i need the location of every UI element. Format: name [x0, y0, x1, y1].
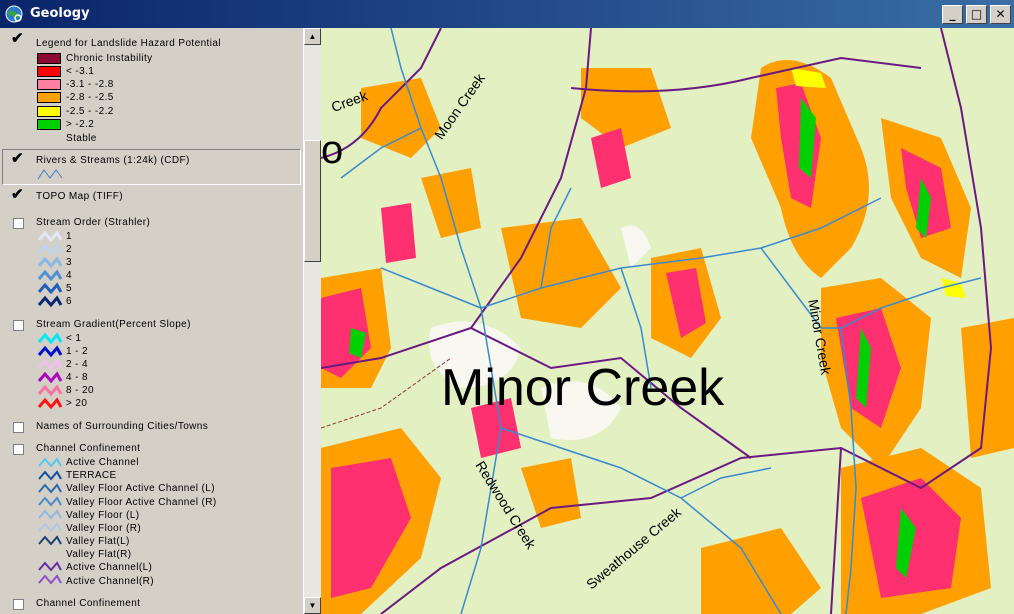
- scroll-thumb[interactable]: [304, 140, 321, 262]
- gradient-2: 1 - 2: [66, 346, 89, 357]
- topo-visibility-check[interactable]: ✔: [11, 187, 24, 202]
- minimize-button[interactable]: _: [942, 5, 963, 24]
- table-of-contents: ✔ Legend for Landslide Hazard Potential …: [0, 28, 304, 614]
- maximize-button[interactable]: □: [966, 5, 987, 24]
- confinement-9: Active Channel(L): [66, 562, 153, 573]
- confinement2-checkbox[interactable]: [13, 599, 24, 610]
- confinement-layer-name[interactable]: Channel Confinement: [36, 443, 140, 454]
- toc-scrollbar[interactable]: ▲ ▼: [303, 28, 321, 614]
- gradient-checkbox[interactable]: [13, 320, 24, 331]
- gradient-3: 2 - 4: [66, 359, 89, 370]
- close-button[interactable]: ✕: [990, 5, 1011, 24]
- confinement-1: Active Channel: [66, 457, 139, 468]
- scroll-up-button[interactable]: ▲: [304, 28, 321, 45]
- gradient-5: 8 - 20: [66, 385, 94, 396]
- gradient-4: 4 - 8: [66, 372, 89, 383]
- stream-order-checkbox[interactable]: [13, 218, 24, 229]
- legend-label-2: -3.1 - -2.8: [66, 79, 114, 90]
- globe-icon: [5, 5, 23, 23]
- legend-swatch-3: [37, 92, 61, 103]
- confinement-2: TERRACE: [66, 470, 117, 481]
- legend-label-4: -2.5 - -2.2: [66, 106, 114, 117]
- confinement-7: Valley Flat(L): [66, 536, 130, 547]
- confinement-5: Valley Floor (L): [66, 510, 140, 521]
- title-bar: Geology _ □ ✕: [0, 0, 1014, 28]
- map-view[interactable]: Minor Creek Moon Creek Minor Creek Redwo…: [321, 28, 1014, 614]
- stream-order-1: 1: [66, 231, 72, 242]
- gradient-layer-name[interactable]: Stream Gradient(Percent Slope): [36, 319, 191, 330]
- legend-visibility-check[interactable]: ✔: [11, 31, 24, 46]
- stream-order-layer-name[interactable]: Stream Order (Strahler): [36, 217, 150, 228]
- map-label-partial: o: [321, 128, 344, 172]
- legend-swatch-2: [37, 79, 61, 90]
- stream-order-symbols: [37, 230, 63, 308]
- confinement-symbols: [38, 457, 62, 585]
- legend-label-chronic: Chronic Instability: [66, 53, 153, 64]
- gradient-6: > 20: [66, 398, 88, 409]
- scroll-down-button[interactable]: ▼: [304, 597, 321, 614]
- stream-order-4: 4: [66, 270, 72, 281]
- topo-layer-name[interactable]: TOPO Map (TIFF): [36, 191, 123, 202]
- confinement-8: Valley Flat(R): [66, 549, 132, 560]
- legend-swatch-chronic: [37, 53, 61, 64]
- confinement-6: Valley Floor (R): [66, 523, 142, 534]
- gradient-1: < 1: [66, 333, 82, 344]
- confinement2-layer-name[interactable]: Channel Confinement: [36, 598, 140, 609]
- confinement-4: Valley Floor Active Channel (R): [66, 497, 217, 508]
- stream-order-2: 2: [66, 244, 72, 255]
- rivers-visibility-check[interactable]: ✔: [11, 151, 24, 166]
- gradient-symbols: [37, 332, 63, 410]
- legend-label-1: < -3.1: [66, 66, 95, 77]
- confinement-10: Active Channel(R): [66, 576, 154, 587]
- stream-order-3: 3: [66, 257, 72, 268]
- legend-swatch-5: [37, 119, 61, 130]
- legend-label-5: > -2.2: [66, 119, 95, 130]
- stream-order-6: 6: [66, 296, 72, 307]
- rivers-layer-name[interactable]: Rivers & Streams (1:24k) (CDF): [36, 155, 190, 166]
- confinement-checkbox[interactable]: [13, 444, 24, 455]
- legend-swatch-1: [37, 66, 61, 77]
- towns-layer-name[interactable]: Names of Surrounding Cities/Towns: [36, 421, 208, 432]
- legend-title: Legend for Landslide Hazard Potential: [36, 38, 221, 49]
- window-title: Geology: [30, 6, 90, 21]
- legend-swatch-4: [37, 106, 61, 117]
- stream-order-5: 5: [66, 283, 72, 294]
- legend-label-stable: Stable: [66, 133, 97, 144]
- map-main-label: Minor Creek: [441, 359, 725, 417]
- towns-checkbox[interactable]: [13, 422, 24, 433]
- river-line-icon: [37, 169, 63, 180]
- legend-label-3: -2.8 - -2.5: [66, 92, 114, 103]
- confinement-3: Valley Floor Active Channel (L): [66, 483, 215, 494]
